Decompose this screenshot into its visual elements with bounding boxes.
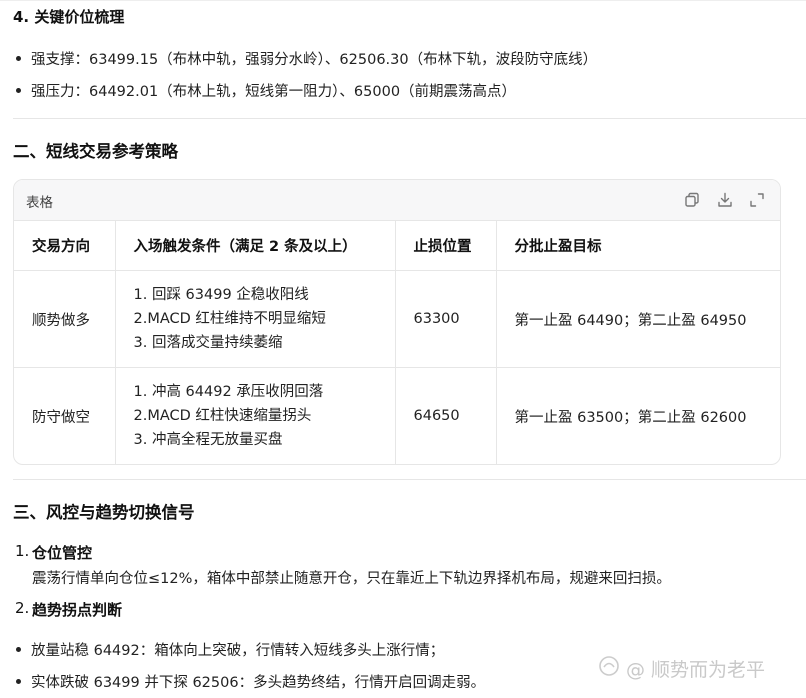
header-conditions: 入场触发条件（满足 2 条及以上） xyxy=(115,221,396,271)
condition-line: 2.MACD 红柱维持不明显缩短 xyxy=(133,311,326,327)
expand-icon[interactable] xyxy=(748,191,766,209)
trend-reversal-title: 趋势拐点判断 xyxy=(32,601,123,619)
condition-line: 2.MACD 红柱快速缩量拐头 xyxy=(133,408,312,424)
table-card-header: 表格 xyxy=(14,180,780,221)
watermark: @ 顺势而为老平 xyxy=(598,655,765,684)
bullet-dot xyxy=(16,646,21,652)
resistance-text: 强压力：64492.01（布林上轨，短线第一阻力）、65000（前期震荡高点） xyxy=(31,84,517,100)
table-caption: 表格 xyxy=(26,195,53,211)
condition-line: 1. 冲高 64492 承压收阴回落 xyxy=(133,384,324,400)
table-row: 顺势做多 1. 回踩 63499 企稳收阳线 2.MACD 红柱维持不明显缩短 … xyxy=(14,270,780,368)
header-direction: 交易方向 xyxy=(14,221,116,271)
watermark-logo-icon xyxy=(598,655,620,682)
strategy-table-card: 表格 交易方向 入场触发条件（满足 2 条及以上） 止损位置 分批止盈目标 顺势… xyxy=(13,179,781,465)
condition-line: 1. 回踩 63499 企稳收阳线 xyxy=(133,287,309,303)
header-targets: 分批止盈目标 xyxy=(496,221,780,271)
breakout-text: 放量站稳 64492：箱体向上突破，行情转入短线多头上涨行情； xyxy=(31,643,445,659)
watermark-text: @ 顺势而为老平 xyxy=(626,659,766,681)
cell-stop: 63300 xyxy=(395,270,497,368)
section-3-heading: 三、风控与趋势切换信号 xyxy=(13,503,195,522)
cell-direction: 顺势做多 xyxy=(14,270,116,368)
condition-line: 3. 冲高全程无放量买盘 xyxy=(133,432,283,448)
bullet-dot xyxy=(16,678,21,684)
position-control-title: 仓位管控 xyxy=(32,544,93,562)
top-divider xyxy=(0,0,806,1)
breakdown-text: 实体跌破 63499 并下探 62506：多头趋势终结，行情开启回调走弱。 xyxy=(31,675,486,691)
cell-targets: 第一止盈 64490；第二止盈 64950 xyxy=(496,270,780,368)
strategy-table: 交易方向 入场触发条件（满足 2 条及以上） 止损位置 分批止盈目标 顺势做多 … xyxy=(14,221,780,464)
header-stop: 止损位置 xyxy=(395,221,497,271)
support-bullet: 强支撑：63499.15（布林中轨，强弱分水岭）、62506.30（布林下轨，波… xyxy=(16,48,597,69)
cell-targets: 第一止盈 63500；第二止盈 62600 xyxy=(514,409,747,426)
section-2-heading: 二、短线交易参考策略 xyxy=(13,142,178,161)
table-header-row: 交易方向 入场触发条件（满足 2 条及以上） 止损位置 分批止盈目标 xyxy=(14,221,780,271)
section-divider xyxy=(13,118,806,119)
cell-direction: 防守做空 xyxy=(14,367,116,464)
breakout-bullet: 放量站稳 64492：箱体向上突破，行情转入短线多头上涨行情； xyxy=(16,639,444,660)
section-divider xyxy=(13,479,806,480)
list-number: 1. xyxy=(15,542,30,560)
cell-conditions: 1. 冲高 64492 承压收阴回落 2.MACD 红柱快速缩量拐头 3. 冲高… xyxy=(115,367,396,464)
cell-conditions: 1. 回踩 63499 企稳收阳线 2.MACD 红柱维持不明显缩短 3. 回落… xyxy=(115,270,396,368)
bullet-dot xyxy=(16,55,21,61)
copy-icon[interactable] xyxy=(683,191,701,209)
download-icon[interactable] xyxy=(716,191,734,209)
list-number: 2. xyxy=(15,599,30,617)
table-row: 防守做空 1. 冲高 64492 承压收阴回落 2.MACD 红柱快速缩量拐头 … xyxy=(14,367,780,464)
condition-line: 3. 回落成交量持续萎缩 xyxy=(133,335,283,351)
position-control-body: 震荡行情单向仓位≤12%，箱体中部禁止随意开仓，只在靠近上下轨边界择机布局，规避… xyxy=(32,571,671,587)
bullet-dot xyxy=(16,87,21,93)
breakdown-bullet: 实体跌破 63499 并下探 62506：多头趋势终结，行情开启回调走弱。 xyxy=(16,671,485,692)
support-text: 强支撑：63499.15（布林中轨，强弱分水岭）、62506.30（布林下轨，波… xyxy=(31,52,598,68)
section-4-heading: 4. 关键价位梳理 xyxy=(13,8,125,26)
resistance-bullet: 强压力：64492.01（布林上轨，短线第一阻力）、65000（前期震荡高点） xyxy=(16,80,516,101)
cell-stop: 64650 xyxy=(395,367,497,464)
